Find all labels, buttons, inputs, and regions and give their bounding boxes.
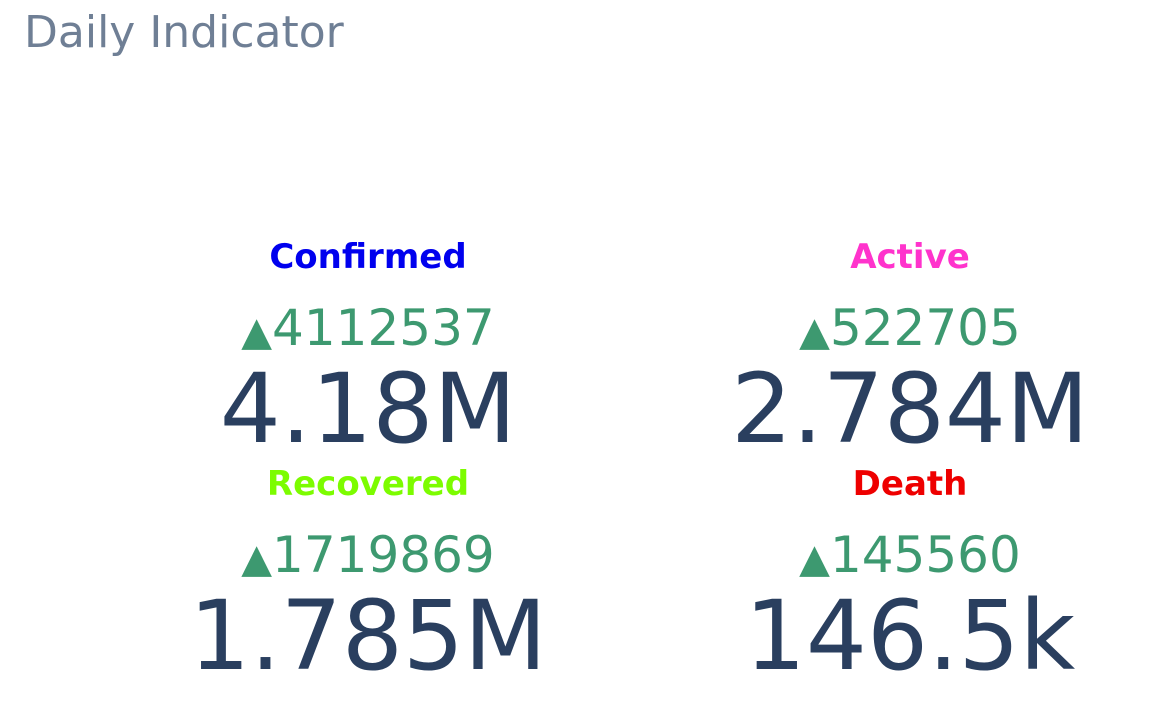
indicator-delta: ▲4112537 <box>168 299 568 361</box>
indicator-title: Confirmed <box>269 237 467 277</box>
indicator-value: 146.5k <box>744 580 1076 692</box>
indicator-delta: ▲1719869 <box>168 526 568 588</box>
indicator-confirmed: Confirmed ▲4112537 4.18M <box>168 232 568 465</box>
indicator-active: Active ▲522705 2.784M <box>710 232 1110 465</box>
indicator-delta: ▲145560 <box>710 526 1110 588</box>
delta-value: 145560 <box>829 526 1021 584</box>
delta-value: 522705 <box>829 299 1021 357</box>
page-title: Daily Indicator <box>24 7 344 58</box>
indicator-title: Death <box>852 464 968 504</box>
indicator-death: Death ▲145560 146.5k <box>710 459 1110 699</box>
indicator-title: Recovered <box>266 464 470 504</box>
indicator-value: 1.785M <box>189 580 547 692</box>
indicator-title: Active <box>850 237 970 277</box>
indicator-delta: ▲522705 <box>710 299 1110 361</box>
indicator-recovered: Recovered ▲1719869 1.785M <box>168 459 568 699</box>
indicator-value: 4.18M <box>219 353 517 465</box>
indicator-value: 2.784M <box>731 353 1089 465</box>
delta-value: 4112537 <box>272 299 495 357</box>
delta-value: 1719869 <box>272 526 495 584</box>
